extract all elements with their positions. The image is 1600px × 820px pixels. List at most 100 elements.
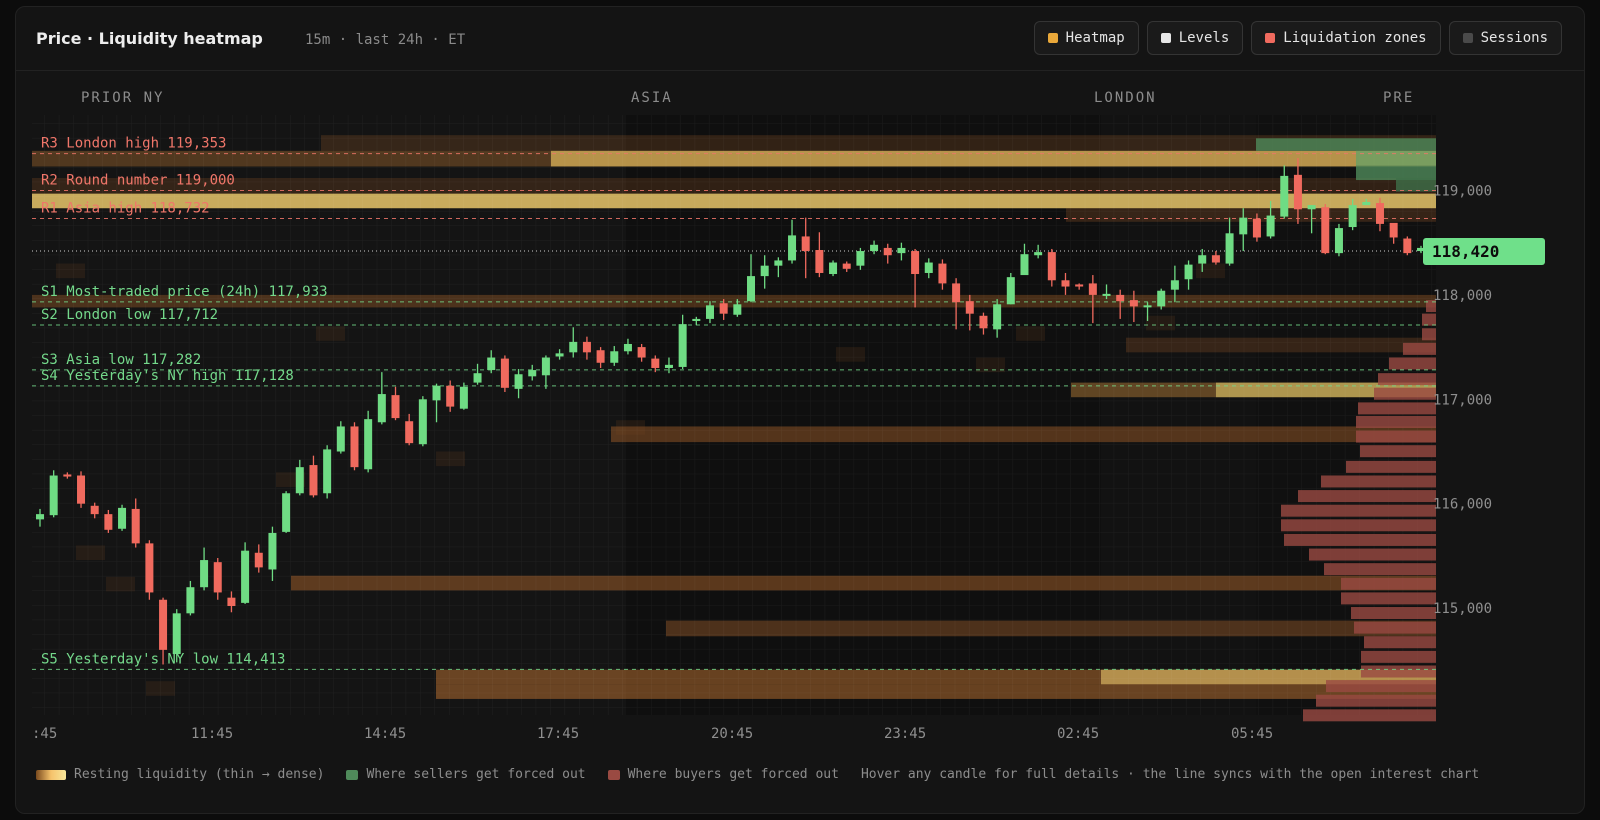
x-tick-label: 23:45 — [884, 726, 926, 742]
session-label: LONDON — [1094, 90, 1157, 106]
candle-body — [200, 560, 209, 588]
buyers-liquidation-bar — [1351, 607, 1436, 620]
session-label: PRE — [1383, 90, 1414, 106]
candle-body — [145, 543, 154, 593]
candle[interactable] — [500, 355, 509, 392]
candle-body — [500, 358, 509, 388]
candle-body — [924, 262, 933, 273]
candle-body — [1129, 300, 1138, 307]
buyers-liquidation-bar — [1358, 402, 1436, 415]
candle-body — [1116, 294, 1125, 302]
candle[interactable] — [1006, 272, 1015, 305]
candle-body — [295, 467, 304, 494]
candle-body — [979, 315, 988, 329]
candle[interactable] — [323, 445, 332, 499]
liquidity-band — [611, 426, 1436, 443]
candle-body — [268, 532, 277, 570]
candle-body — [1293, 174, 1302, 210]
candle[interactable] — [1334, 223, 1343, 257]
level-label: S1 Most-traded price (24h) 117,933 — [41, 284, 328, 300]
candle-body — [815, 250, 824, 273]
level-label: S4 Yesterday's NY high 117,128 — [41, 368, 294, 384]
candle-body — [664, 364, 673, 368]
candle[interactable] — [364, 410, 373, 473]
candle-body — [993, 304, 1002, 330]
candle-body — [911, 251, 920, 275]
candle-body — [582, 341, 591, 353]
candle[interactable] — [1157, 288, 1166, 310]
candle-body — [1307, 205, 1316, 210]
candle-body — [36, 514, 44, 520]
buyers-liquidation-bar — [1321, 475, 1436, 488]
y-tick-label: 115,000 — [1433, 601, 1492, 617]
buyers-liquidation-bar — [1422, 313, 1436, 326]
candle-body — [104, 514, 113, 530]
legend-sellers-forced-out: Where sellers get forced out — [346, 767, 586, 782]
candle-body — [49, 475, 58, 516]
candle-body — [569, 341, 578, 353]
candle-body — [678, 324, 687, 367]
candle-body — [856, 251, 865, 266]
session-label: ASIA — [631, 90, 673, 106]
buyers-liquidation-bar — [1356, 430, 1436, 443]
candle[interactable] — [77, 471, 86, 508]
buyers-liquidation-bar — [1389, 357, 1436, 370]
candle-body — [227, 597, 236, 607]
y-tick-label: 118,000 — [1433, 288, 1492, 304]
candle[interactable] — [118, 504, 127, 531]
candle-body — [1198, 255, 1207, 264]
buyers-liquidation-bar — [1324, 563, 1436, 576]
price-chart[interactable]: PRIOR NY ASIA LONDON PRE R3 London high 119… — [16, 7, 1585, 767]
legend-label: Where sellers get forced out — [366, 767, 586, 782]
candle-body — [528, 370, 537, 377]
candle[interactable] — [49, 470, 58, 518]
candle-body — [377, 394, 386, 423]
liquidity-heatmap-panel: Price · Liquidity heatmap 15m · last 24h… — [15, 6, 1585, 814]
candle-body — [118, 507, 127, 529]
candle-body — [1280, 175, 1289, 217]
candle-body — [747, 276, 756, 302]
candle-body — [1266, 215, 1275, 237]
buyers-liquidation-bar — [1364, 636, 1436, 649]
candle-body — [282, 493, 291, 532]
candle-body — [364, 419, 373, 470]
candle-body — [473, 373, 482, 383]
buyers-liquidation-bar — [1374, 387, 1436, 400]
y-tick-label: 116,000 — [1433, 497, 1492, 513]
level-label: S5 Yesterday's NY low 114,413 — [41, 651, 285, 667]
candle-body — [186, 587, 195, 614]
candle[interactable] — [282, 491, 291, 533]
buyers-liquidation-bar — [1361, 665, 1436, 678]
candle-body — [90, 505, 99, 515]
candle-body — [774, 260, 783, 266]
legend: Resting liquidity (thin → dense) Where s… — [36, 767, 1501, 782]
candle-body — [514, 374, 523, 389]
candle[interactable] — [350, 422, 359, 471]
candle-body — [1348, 205, 1357, 228]
x-tick-label: :45 — [32, 726, 57, 742]
buyers-liquidation-bar — [1298, 490, 1436, 503]
legend-buyers-forced-out: Where buyers get forced out — [607, 767, 839, 782]
candle[interactable] — [241, 542, 250, 604]
candle-body — [159, 599, 168, 650]
candle-body — [541, 357, 550, 376]
candle-body — [829, 262, 838, 275]
candle[interactable] — [418, 396, 427, 447]
candle-body — [131, 508, 140, 544]
sellers-liquidation-bar — [1356, 165, 1436, 181]
candle[interactable] — [1321, 204, 1330, 255]
candle[interactable] — [1403, 236, 1412, 256]
candle[interactable] — [145, 540, 154, 600]
candle-body — [1375, 203, 1384, 224]
buyers-liquidation-bar — [1326, 680, 1436, 693]
y-tick-label: 117,000 — [1433, 392, 1492, 408]
candle-body — [897, 247, 906, 254]
level-label: R2 Round number 119,000 — [41, 173, 235, 189]
candle[interactable] — [829, 260, 838, 277]
liquidity-band — [436, 684, 1436, 699]
candle-body — [1334, 228, 1343, 254]
candle-body — [1075, 284, 1084, 287]
level-label: R1 Asia high 118,732 — [41, 200, 210, 216]
buyers-liquidation-bar — [1316, 694, 1436, 707]
candle-body — [418, 399, 427, 445]
